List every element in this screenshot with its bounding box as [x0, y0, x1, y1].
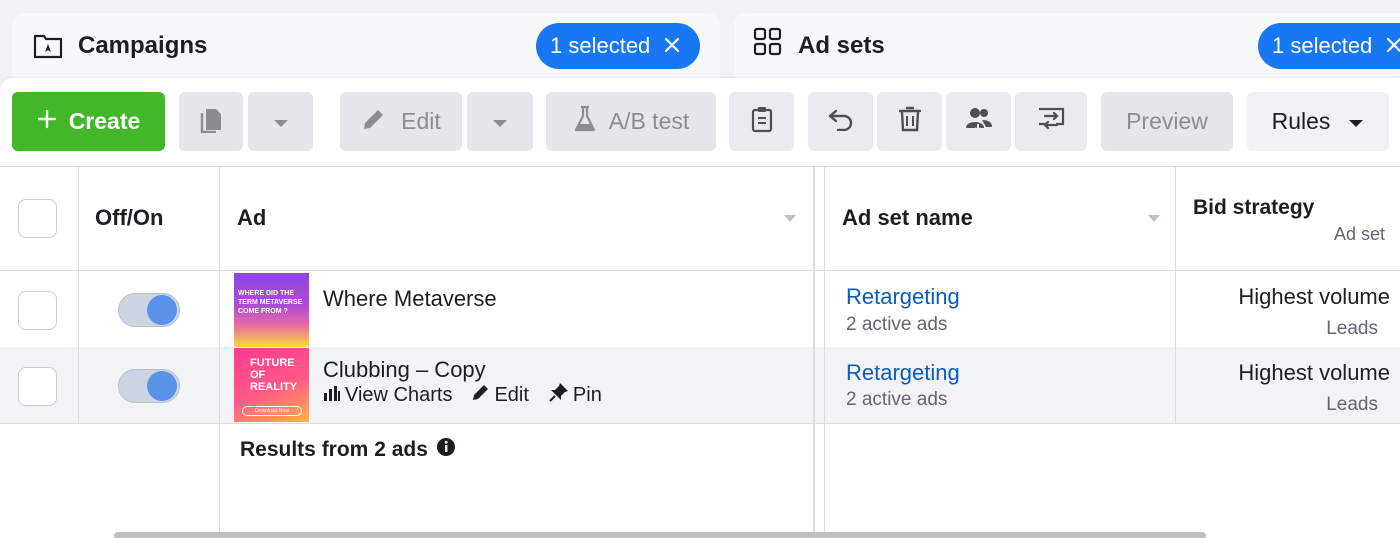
divider	[0, 166, 1400, 167]
undo-icon	[827, 107, 855, 137]
edit-link[interactable]: Edit	[472, 383, 529, 407]
column-header-bid-strategy-level: Ad set	[1333, 224, 1385, 244]
ad-set-name-link[interactable]: Retargeting	[846, 284, 960, 310]
delete-button[interactable]	[877, 92, 942, 151]
edit-dropdown-button[interactable]	[467, 92, 533, 151]
audience-button[interactable]	[946, 92, 1011, 151]
sort-caret-icon[interactable]	[784, 215, 796, 222]
divider	[824, 166, 825, 538]
divider	[219, 166, 220, 538]
adsets-selected-count: 1 selected	[1272, 33, 1373, 58]
create-button[interactable]: Create	[12, 92, 165, 151]
divider	[78, 166, 79, 423]
thumbnail-title: FUTURE OF REALITY	[250, 357, 298, 393]
preview-button[interactable]: Preview	[1101, 92, 1233, 151]
tab-ad-sets[interactable]: Ad sets 1 selected	[734, 13, 1400, 83]
duplicate-dropdown-button[interactable]	[248, 92, 313, 151]
close-icon[interactable]	[664, 33, 680, 59]
select-all-checkbox[interactable]	[18, 199, 57, 238]
results-summary: Results from 2 ads	[240, 437, 456, 463]
create-label: Create	[68, 108, 141, 134]
divider	[0, 423, 1400, 424]
thumbnail-cta: Download Now	[242, 406, 302, 416]
rules-label: Rules	[1271, 108, 1331, 134]
divider	[1175, 166, 1176, 423]
edit-button[interactable]: Edit	[340, 92, 462, 151]
bar-chart-icon	[323, 384, 341, 407]
ad-thumbnail[interactable]: FUTURE OF REALITY Download Now	[234, 348, 309, 422]
table-row-highlight	[0, 347, 1400, 423]
ad-toggle-switch[interactable]	[118, 369, 180, 403]
close-icon[interactable]	[1386, 33, 1400, 59]
view-charts-link[interactable]: View Charts	[323, 384, 452, 407]
folder-icon	[32, 33, 64, 59]
row-checkbox[interactable]	[18, 367, 57, 406]
view-charts-label: View Charts	[345, 383, 453, 406]
trash-icon	[898, 106, 922, 138]
adsets-selected-pill[interactable]: 1 selected	[1258, 23, 1400, 69]
export-button[interactable]	[1015, 92, 1087, 151]
bid-strategy-value: Highest volume	[1238, 360, 1390, 385]
pin-link[interactable]: Pin	[549, 382, 602, 408]
ads-panel: Create Edit A/B test Preview Rules Off/O…	[0, 78, 1400, 538]
ad-row-actions: View Charts Edit Pin	[323, 382, 602, 408]
tab-title-campaigns: Campaigns	[78, 32, 208, 59]
horizontal-scrollbar[interactable]	[114, 532, 1206, 538]
divider	[813, 166, 815, 538]
ab-test-button[interactable]: A/B test	[546, 92, 716, 151]
ad-set-active-count: 2 active ads	[846, 389, 948, 410]
clipboard-icon	[750, 105, 774, 139]
ad-name[interactable]: Where Metaverse	[323, 286, 497, 312]
thumbnail-text: WHERE DID THE TERM METAVERSE COME FROM ?	[238, 290, 303, 315]
duplicate-icon	[198, 105, 224, 139]
rules-button[interactable]: Rules	[1247, 92, 1389, 151]
campaigns-selected-pill[interactable]: 1 selected	[536, 23, 700, 69]
ab-test-label: A/B test	[608, 108, 690, 134]
row-checkbox[interactable]	[18, 291, 57, 330]
bid-strategy-goal: Leads	[1326, 394, 1378, 415]
column-header-bid-strategy[interactable]: Bid strategy	[1193, 196, 1314, 220]
ad-thumbnail[interactable]: WHERE DID THE TERM METAVERSE COME FROM ?	[234, 273, 309, 347]
info-icon[interactable]	[436, 437, 456, 463]
undo-button[interactable]	[808, 92, 873, 151]
ad-toggle-switch[interactable]	[118, 293, 180, 327]
duplicate-button[interactable]	[179, 92, 243, 151]
flask-icon	[573, 105, 597, 139]
ads-table: Off/On Ad Ad set name Bid strategy Ad se…	[0, 166, 1400, 538]
ad-set-active-count: 2 active ads	[846, 314, 948, 335]
people-icon	[964, 106, 994, 138]
pencil-icon	[472, 383, 490, 407]
ad-set-name-link[interactable]: Retargeting	[846, 360, 960, 386]
ads-manager: Campaigns 1 selected Ad sets 1 selected	[0, 0, 1400, 538]
plus-icon	[37, 108, 57, 135]
edit-label: Edit	[494, 383, 529, 406]
edit-label: Edit	[401, 108, 441, 134]
caret-down-icon	[273, 108, 289, 135]
bid-strategy-value: Highest volume	[1238, 284, 1390, 309]
tab-campaigns[interactable]: Campaigns 1 selected	[12, 13, 720, 83]
campaigns-selected-count: 1 selected	[550, 33, 651, 58]
column-header-ad[interactable]: Ad	[237, 166, 266, 270]
pin-label: Pin	[572, 383, 602, 406]
pin-icon	[549, 382, 569, 408]
tab-title-ad-sets: Ad sets	[798, 32, 885, 59]
pencil-icon	[361, 106, 387, 138]
preview-label: Preview	[1126, 108, 1208, 134]
divider	[0, 270, 1400, 271]
toolbar: Create Edit A/B test Preview Rules	[0, 78, 1400, 166]
toggle-knob	[147, 295, 177, 325]
caret-down-icon	[1348, 108, 1364, 135]
swap-icon	[1036, 106, 1066, 138]
column-header-off-on[interactable]: Off/On	[95, 166, 163, 270]
column-header-ad-set-name[interactable]: Ad set name	[842, 166, 973, 270]
ad-name[interactable]: Clubbing – Copy	[323, 357, 486, 383]
caret-down-icon	[492, 108, 508, 135]
results-label: Results from 2 ads	[240, 438, 428, 461]
grid-icon	[752, 27, 784, 56]
toggle-knob	[147, 371, 177, 401]
sort-caret-icon[interactable]	[1148, 215, 1160, 222]
bid-strategy-goal: Leads	[1326, 318, 1378, 339]
clipboard-button[interactable]	[729, 92, 794, 151]
